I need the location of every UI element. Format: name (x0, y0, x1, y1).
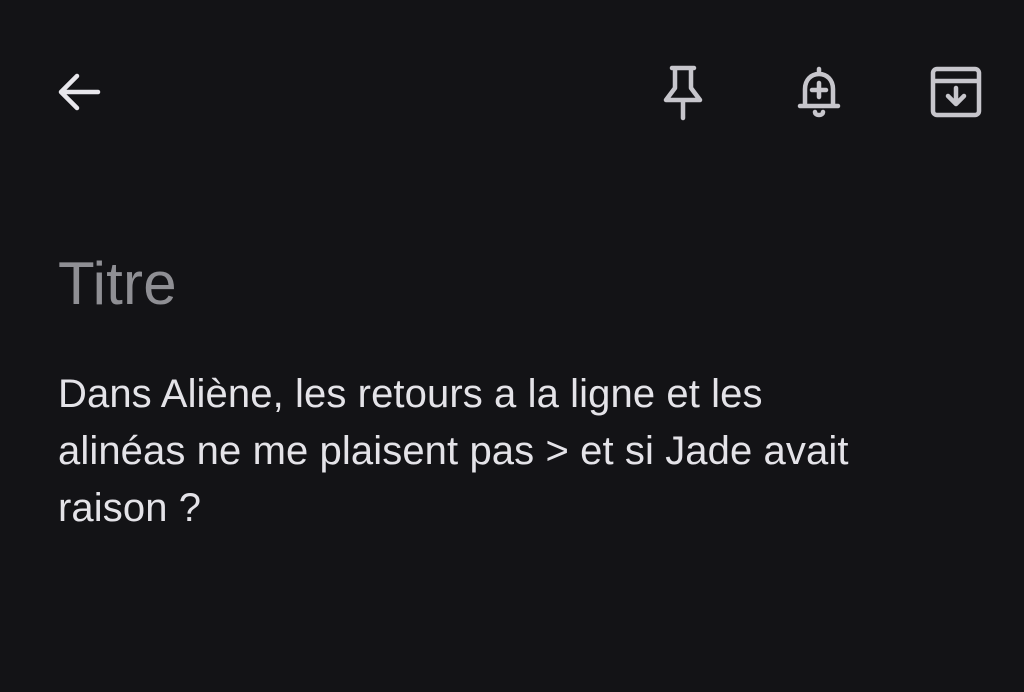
note-title-field[interactable]: Titre (58, 248, 958, 320)
archive-icon (930, 66, 982, 118)
pin-button[interactable] (647, 56, 719, 128)
pin-icon (663, 65, 703, 121)
add-reminder-button[interactable] (783, 56, 855, 128)
archive-button[interactable] (920, 56, 992, 128)
arrow-left-icon (58, 73, 101, 111)
top-toolbar (0, 0, 1024, 190)
bell-plus-icon (797, 66, 841, 118)
back-button[interactable] (43, 56, 115, 128)
note-body-field[interactable]: Dans Aliène, les retours a la ligne et l… (58, 366, 998, 537)
